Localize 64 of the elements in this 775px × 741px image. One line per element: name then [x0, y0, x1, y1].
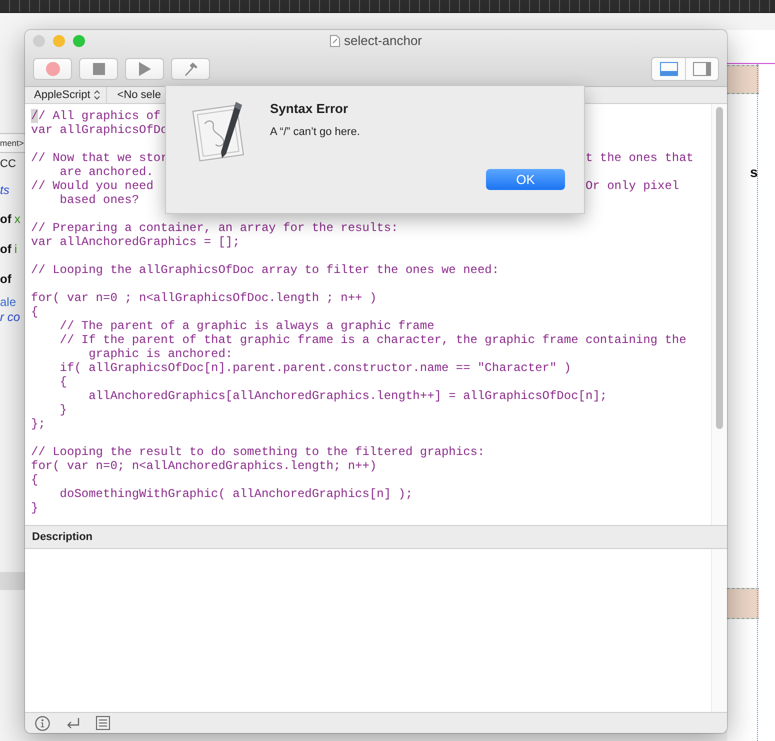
- alert-message: A “/” can’t go here.: [270, 126, 360, 138]
- document-text: of: [0, 272, 12, 286]
- run-button[interactable]: [125, 58, 164, 80]
- document-text: x: [14, 212, 20, 226]
- code-line: // The parent of a graphic is always a graphic frame: [58, 319, 434, 333]
- play-icon: [138, 62, 150, 76]
- code-line: based ones?: [58, 193, 140, 207]
- language-popup[interactable]: AppleScript: [25, 87, 108, 103]
- code-line: var allGraphicsOfDo: [31, 123, 168, 137]
- stop-button[interactable]: [79, 58, 118, 80]
- code-line: // If the parent of that graphic frame is a character, the graphic frame containing the: [58, 333, 686, 347]
- code-line: t the ones that: [585, 151, 694, 165]
- navigation-popup[interactable]: <No sele: [107, 89, 161, 101]
- code-line: allAnchoredGraphics[allAnchoredGraphics.length++] = allGraphicsOfDoc[n];: [88, 389, 608, 403]
- code-line: if( allGraphicsOfDoc[n].parent.parent.constructor.name == "Character" ): [58, 361, 572, 375]
- code-line: for( var n=0 ; n<allGraphicsOfDoc.length ; n++ ): [31, 291, 377, 305]
- hammer-icon: [184, 62, 198, 76]
- scroll-thumb[interactable]: [716, 107, 723, 429]
- code-line: // Now that we stor: [31, 151, 168, 165]
- code-line: Or only pixel: [585, 179, 680, 193]
- code-line: {: [31, 305, 38, 319]
- document-text: of: [0, 212, 12, 226]
- text-frame: [727, 588, 759, 619]
- code-line: };: [31, 417, 46, 431]
- code-line: // Would you need: [31, 179, 154, 193]
- code-line: {: [58, 375, 68, 389]
- window-title: select-anchor: [344, 33, 422, 48]
- document-text: i: [14, 242, 17, 256]
- code-line: }: [31, 501, 38, 515]
- code-line: are anchored.: [58, 165, 154, 179]
- side-pane-icon: [693, 62, 711, 76]
- text-frame: [727, 65, 759, 94]
- list-icon[interactable]: [96, 716, 110, 730]
- document-text: CC: [0, 158, 16, 170]
- scrollbar[interactable]: [711, 104, 727, 525]
- record-button[interactable]: [33, 58, 72, 80]
- code-line: // Looping the allGraphicsOfDoc array to filter the ones we need:: [31, 263, 500, 277]
- document-text: ment>: [0, 138, 24, 148]
- code-line: doSomethingWithGraphic( allAnchoredGraphics[n] );: [58, 487, 413, 501]
- document-text: ale: [0, 294, 16, 308]
- zoom-button[interactable]: [73, 35, 85, 47]
- alert-title: Syntax Error: [270, 101, 348, 116]
- code-line: var allAnchoredGraphics = [];: [31, 235, 240, 249]
- code-line: // All graphics of: [31, 109, 161, 123]
- code-line: // Preparing a container, an array for the results:: [31, 221, 398, 235]
- scrollbar[interactable]: [711, 549, 727, 712]
- record-icon: [46, 62, 60, 76]
- stop-icon: [92, 63, 104, 75]
- document-icon: [330, 34, 340, 46]
- pane-title: Description: [32, 531, 93, 543]
- code-line: {: [31, 473, 38, 487]
- code-line: graphic is anchored:: [88, 347, 233, 361]
- return-arrow-icon[interactable]: [66, 716, 80, 730]
- updown-chevron-icon: [94, 90, 100, 100]
- compile-button[interactable]: [171, 58, 210, 80]
- code-line: }: [58, 403, 68, 417]
- code-line: // Looping the result to do something to the filtered graphics:: [31, 445, 485, 459]
- info-icon[interactable]: [35, 716, 50, 730]
- document-text: of: [0, 242, 12, 256]
- document-text: r co: [0, 310, 20, 324]
- bottom-pane-icon: [660, 62, 678, 76]
- code-line: for( var n=0; n<allAnchoredGraphics.length; n++): [31, 459, 377, 473]
- document-text: s: [750, 164, 758, 180]
- document-text: ts: [0, 182, 10, 196]
